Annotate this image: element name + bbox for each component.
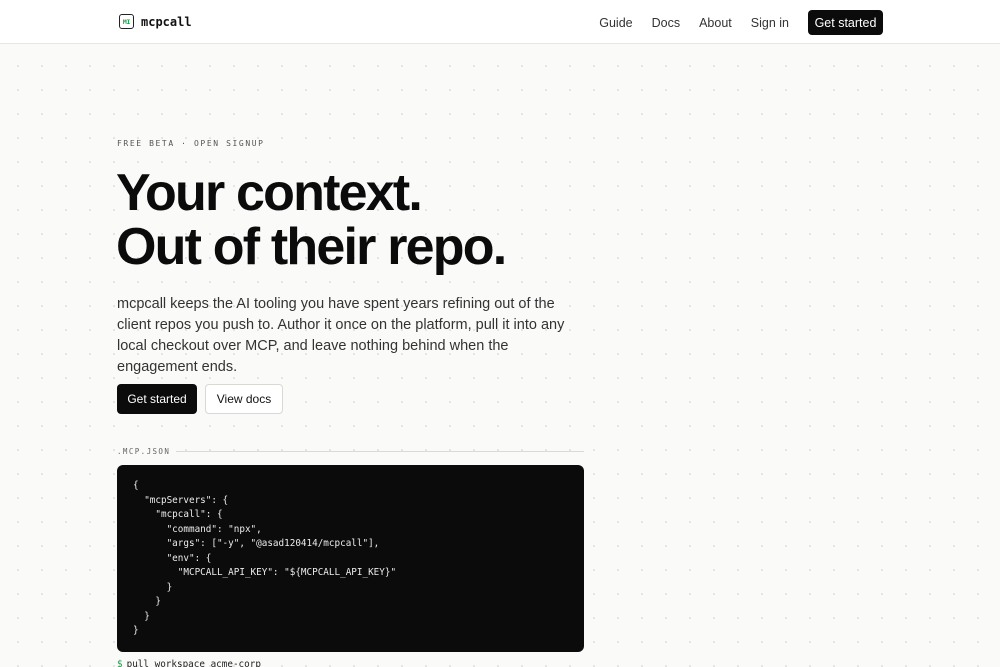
nav-link-about[interactable]: About	[699, 11, 732, 35]
config-filename: .MCP.JSON	[117, 447, 171, 456]
code-line: "command": "npx",	[133, 523, 262, 535]
hero-lead: mcpcall keeps the AI tooling you have sp…	[117, 296, 565, 375]
headline-line-2: Out of their repo.	[116, 218, 507, 276]
nav-link-docs[interactable]: Docs	[652, 11, 680, 35]
mcpcall-logo-icon: MI	[119, 14, 134, 29]
code-line: }	[133, 625, 139, 636]
code-lines: { "mcpServers": { "mcpcall": { "command"…	[133, 479, 396, 639]
code-line: {	[133, 480, 139, 491]
code-line: "env": {	[133, 552, 212, 564]
config-file-header: .MCP.JSON	[117, 447, 584, 456]
headline-line-1: Your context.	[116, 164, 423, 222]
view-docs-button[interactable]: View docs	[205, 384, 283, 414]
code-line: "args": ["-y", "@asad120414/mcpcall"],	[133, 538, 380, 549]
code-line: }	[133, 596, 161, 607]
code-line: "mcpServers": {	[133, 494, 229, 506]
terminal-line: $ pull workspace acme-corp	[117, 659, 261, 667]
top-nav: MI mcpcall Guide Docs About Sign in Get …	[0, 0, 1000, 44]
code-line: }	[133, 581, 173, 593]
brand[interactable]: MI mcpcall	[119, 14, 192, 29]
get-started-button[interactable]: Get started	[117, 384, 197, 414]
code-line: }	[133, 610, 150, 622]
brand-name: mcpcall	[141, 14, 192, 29]
nav-links: Guide Docs About Sign in Get started	[599, 10, 883, 35]
brand-logo-text: MI	[122, 17, 131, 26]
config-code-block[interactable]: { "mcpServers": { "mcpcall": { "command"…	[117, 465, 584, 652]
code-line: "MCPCALL_API_KEY": "${MCPCALL_API_KEY}"	[133, 567, 397, 578]
divider	[176, 451, 584, 452]
nav-link-sign-in[interactable]: Sign in	[751, 11, 789, 35]
code-line: "mcpcall": {	[133, 509, 223, 520]
nav-link-guide[interactable]: Guide	[599, 11, 632, 35]
terminal-command: pull workspace acme-corp	[126, 659, 261, 667]
hero-eyebrow: FREE BETA · OPEN SIGNUP	[117, 139, 265, 148]
nav-get-started-button[interactable]: Get started	[808, 10, 883, 35]
hero-headline: Your context. Out of their repo.	[116, 164, 507, 276]
terminal-prompt: $	[117, 659, 123, 667]
